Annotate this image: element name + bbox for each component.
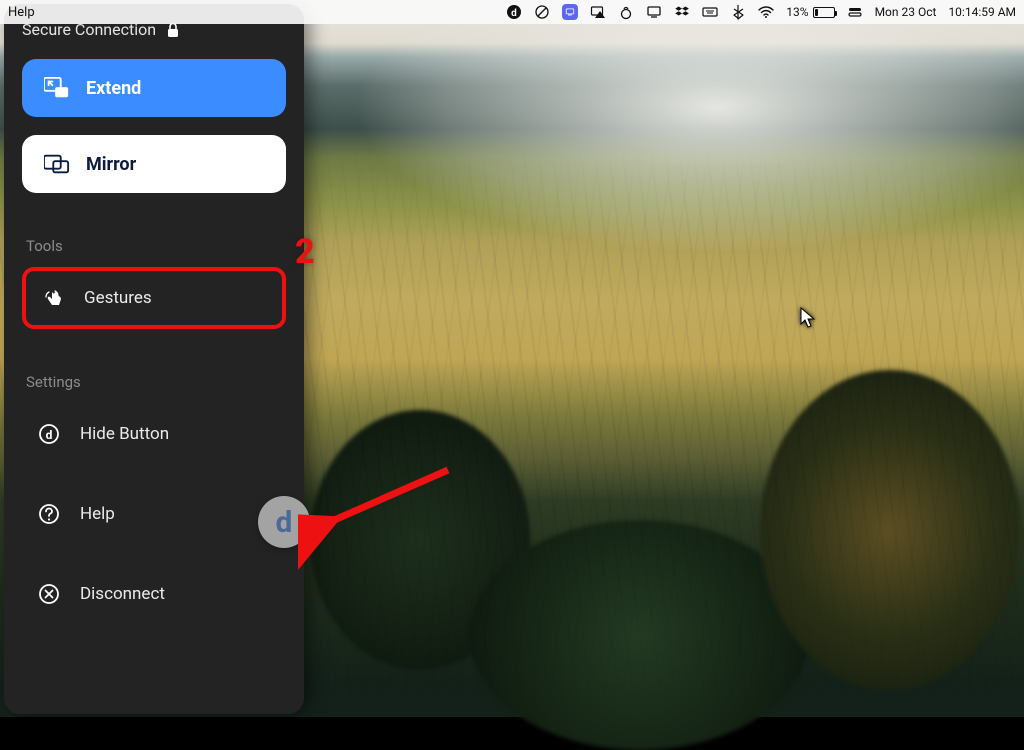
menubar-date[interactable]: Mon 23 Oct: [875, 5, 937, 19]
do-not-disturb-icon[interactable]: [534, 4, 550, 20]
d-badge-letter: d: [276, 505, 293, 540]
tools-heading: Tools: [26, 237, 286, 255]
decorative-tree: [760, 370, 1020, 690]
gestures-label: Gestures: [84, 288, 152, 308]
screen-mirror-icon[interactable]: [590, 4, 606, 20]
wifi-icon[interactable]: [758, 4, 774, 20]
bluetooth-icon[interactable]: [730, 4, 746, 20]
app-d-icon[interactable]: d: [506, 4, 522, 20]
decorative-tree: [470, 520, 810, 750]
annotation-step-number: 2: [295, 232, 315, 272]
annotation-arrow: [298, 450, 458, 570]
help-button[interactable]: Help: [22, 483, 286, 545]
battery-indicator[interactable]: 13%: [786, 5, 834, 19]
dropbox-icon[interactable]: [674, 4, 690, 20]
extend-label: Extend: [86, 78, 141, 99]
keyboard-icon[interactable]: [702, 4, 718, 20]
settings-heading: Settings: [26, 373, 286, 391]
pomodoro-icon[interactable]: [618, 4, 634, 20]
question-circle-icon: [38, 503, 60, 525]
control-center-icon[interactable]: [847, 4, 863, 20]
sidebar-panel: Secure Connection Extend Mirror Tools Ge…: [4, 4, 304, 714]
menu-help[interactable]: Help: [8, 5, 35, 20]
gestures-button[interactable]: Gestures: [22, 267, 286, 329]
disconnect-button[interactable]: Disconnect: [22, 563, 286, 625]
disconnect-label: Disconnect: [80, 584, 165, 604]
battery-percent-label: 13%: [786, 5, 808, 19]
mac-menubar: Help d 13% Mon 23 Oct 10:14:59 AM: [0, 0, 1024, 24]
mouse-cursor: [800, 307, 818, 329]
close-circle-icon: [38, 583, 60, 605]
extend-button[interactable]: Extend: [22, 59, 286, 117]
gesture-icon: [42, 287, 64, 309]
d-circle-icon: d: [38, 423, 60, 445]
mirror-button[interactable]: Mirror: [22, 135, 286, 193]
display-icon[interactable]: [646, 4, 662, 20]
hide-button-button[interactable]: d Hide Button: [22, 403, 286, 465]
mirror-label: Mirror: [86, 154, 136, 175]
extend-icon: [44, 77, 70, 99]
menubar-time[interactable]: 10:14:59 AM: [948, 5, 1016, 19]
svg-text:d: d: [511, 8, 517, 19]
screenshare-icon[interactable]: [562, 4, 578, 20]
hide-button-label: Hide Button: [80, 424, 169, 444]
svg-text:d: d: [46, 428, 53, 442]
help-label: Help: [80, 504, 115, 524]
mirror-icon: [44, 153, 70, 175]
